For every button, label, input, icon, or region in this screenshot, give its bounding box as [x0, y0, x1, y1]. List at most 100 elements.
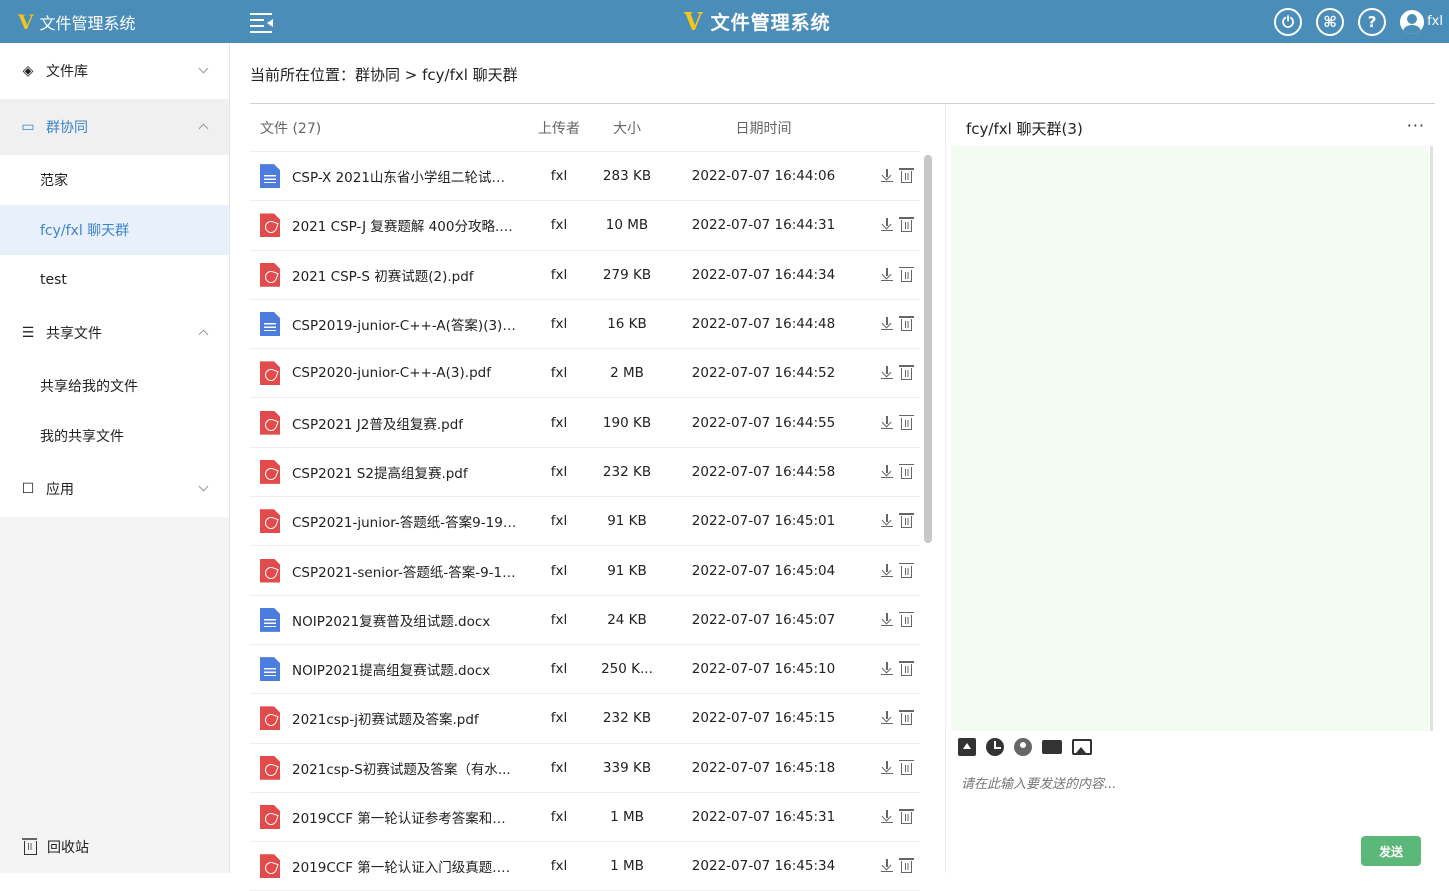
trash-icon[interactable]	[899, 168, 914, 184]
file-name[interactable]: CSP2019-junior-C++-A(答案)(3).d...	[292, 314, 517, 334]
trash-icon[interactable]	[899, 858, 914, 874]
sidebar-item-my-shared[interactable]: 我的共享文件	[0, 411, 229, 461]
file-name[interactable]: 2021 CSP-S 初赛试题(2).pdf	[292, 265, 517, 285]
chat-message-input[interactable]	[961, 777, 1421, 792]
table-row[interactable]: 2021 CSP-J 复赛题解 400分攻略.p... fxl 10 MB 2022-…	[250, 201, 920, 251]
menu-collapse-icon[interactable]	[250, 10, 276, 34]
file-uploader: fxl	[550, 809, 568, 825]
sidebar-item-shared-to-me[interactable]: 共享给我的文件	[0, 361, 229, 411]
download-icon[interactable]	[881, 810, 893, 823]
file-uploader: fxl	[550, 217, 568, 234]
clock-icon[interactable]	[986, 738, 1004, 756]
table-row[interactable]: 2019CCF 第一轮认证参考答案和分... fxl 1 MB 2022-07-07 …	[250, 793, 920, 843]
file-name[interactable]: 2021 CSP-J 复赛题解 400分攻略.p...	[292, 215, 517, 235]
trash-icon[interactable]	[899, 414, 914, 430]
file-uploader: fxl	[550, 759, 568, 776]
file-actions	[856, 759, 920, 775]
header-name[interactable]: 文件 (27)	[250, 118, 535, 138]
table-row[interactable]: CSP2021 J2普及组复赛.pdf fxl 190 KB 2022-07-07 1…	[250, 398, 920, 448]
header-date[interactable]: 日期时间	[671, 118, 856, 138]
file-name[interactable]: NOIP2021提高组复赛试题.docx	[292, 659, 517, 679]
upload-icon[interactable]	[958, 738, 976, 756]
sidebar-group-apps[interactable]: ☐ 应用	[0, 461, 229, 517]
file-name[interactable]: CSP2021 J2普及组复赛.pdf	[292, 413, 517, 433]
file-name[interactable]: 2021csp-S初赛试题及答案（有水...	[292, 758, 517, 778]
table-row[interactable]: 2021csp-S初赛试题及答案（有水... fxl 339 KB 2022-07-0…	[250, 744, 920, 793]
trash-icon[interactable]	[899, 316, 914, 332]
file-name[interactable]: 2019CCF 第一轮认证入门级真题.p...	[292, 856, 517, 876]
table-row[interactable]: CSP2020-junior-C++-A(3).pdf fxl 2 MB 2022-0…	[250, 349, 920, 399]
download-icon[interactable]	[881, 169, 893, 183]
trash-icon[interactable]	[899, 759, 914, 775]
file-name[interactable]: CSP-X 2021山东省小学组二轮试题...	[292, 166, 517, 186]
file-size: 283 KB	[602, 168, 652, 185]
sidebar-item-fcy-fxl-chat[interactable]: fcy/fxl 聊天群	[0, 205, 229, 255]
trash-icon[interactable]	[899, 463, 914, 479]
file-name[interactable]: CSP2021 S2提高组复赛.pdf	[292, 462, 517, 482]
trash-icon[interactable]	[899, 266, 914, 282]
file-date: 2022-07-07 16:45:04	[691, 562, 836, 579]
table-row[interactable]: NOIP2021提高组复赛试题.docx fxl 250 K... 2022-07-0…	[250, 645, 920, 695]
help-icon[interactable]: ?	[1358, 7, 1387, 36]
person-icon[interactable]	[1014, 738, 1032, 756]
user-menu[interactable]: fxl	[1400, 9, 1443, 34]
file-name[interactable]: 2019CCF 第一轮认证参考答案和分...	[292, 807, 517, 827]
trash-icon[interactable]	[899, 513, 914, 529]
sidebar-group-collab[interactable]: ▭ 群协同	[0, 99, 229, 155]
table-row[interactable]: 2021 CSP-S 初赛试题(2).pdf fxl 279 KB 2022-07-0…	[250, 251, 920, 300]
sidebar-group-library[interactable]: ◈ 文件库	[0, 43, 229, 99]
download-icon[interactable]	[881, 465, 893, 478]
trash-icon[interactable]	[899, 611, 914, 627]
table-row[interactable]: CSP2021 S2提高组复赛.pdf fxl 232 KB 2022-07-07 1…	[250, 448, 920, 498]
table-row[interactable]: 2021csp-j初赛试题及答案.pdf fxl 232 KB 2022-07-07 …	[250, 694, 920, 744]
file-name[interactable]: CSP2020-junior-C++-A(3).pdf	[292, 365, 517, 381]
brand[interactable]: V 文件管理系统	[18, 0, 136, 43]
download-icon[interactable]	[881, 711, 893, 725]
download-icon[interactable]	[881, 859, 893, 873]
download-icon[interactable]	[881, 416, 893, 429]
download-icon[interactable]	[881, 366, 893, 380]
file-name-cell: CSP2021-junior-答题纸-答案9-19.p...	[250, 509, 535, 534]
power-icon[interactable]: ⏻	[1274, 7, 1303, 36]
globe-icon[interactable]: ⌘	[1316, 7, 1345, 36]
recycle-bin[interactable]: 回收站	[22, 837, 89, 857]
file-name[interactable]: CSP2021-junior-答题纸-答案9-19.p...	[292, 511, 517, 531]
download-icon[interactable]	[881, 662, 893, 676]
table-row[interactable]: CSP2021-junior-答题纸-答案9-19.p... fxl 91 KB 20…	[250, 497, 920, 547]
trash-icon[interactable]	[899, 365, 914, 381]
table-row[interactable]: NOIP2021复赛普及组试题.docx fxl 24 KB 2022-07-07 1…	[250, 596, 920, 645]
file-list-scrollbar[interactable]	[924, 155, 932, 543]
trash-icon[interactable]	[899, 809, 914, 824]
trash-icon[interactable]	[899, 661, 914, 677]
sidebar-item-test[interactable]: test	[0, 255, 229, 305]
header-uploader[interactable]: 上传者	[535, 118, 583, 138]
header-size[interactable]: 大小	[583, 118, 671, 138]
download-icon[interactable]	[881, 613, 893, 626]
download-icon[interactable]	[881, 317, 893, 331]
download-icon[interactable]	[881, 218, 893, 232]
file-name[interactable]: NOIP2021复赛普及组试题.docx	[292, 610, 517, 630]
video-camera-icon[interactable]	[1042, 740, 1062, 754]
table-row[interactable]: CSP-X 2021山东省小学组二轮试题... fxl 283 KB 2022-07-…	[250, 152, 920, 202]
file-name-cell: 2021 CSP-S 初赛试题(2).pdf	[250, 262, 535, 287]
trash-icon[interactable]	[899, 217, 914, 233]
table-row[interactable]: CSP2019-junior-C++-A(答案)(3).d... fxl 16 KB…	[250, 300, 920, 350]
chat-scrollbar[interactable]	[1430, 146, 1433, 731]
download-icon[interactable]	[881, 564, 893, 577]
download-icon[interactable]	[881, 761, 893, 774]
avatar-icon	[1400, 9, 1425, 34]
trash-icon[interactable]	[899, 562, 914, 578]
file-name[interactable]: 2021csp-j初赛试题及答案.pdf	[292, 708, 517, 728]
image-icon[interactable]	[1072, 739, 1092, 755]
more-icon[interactable]: ···	[1407, 116, 1425, 135]
sidebar-item-fanjia[interactable]: 范家	[0, 155, 229, 205]
table-row[interactable]: 2019CCF 第一轮认证入门级真题.p... fxl 1 MB 2022-07-07…	[250, 842, 920, 891]
trash-icon[interactable]	[899, 710, 914, 726]
table-row[interactable]: CSP2021-senior-答题纸-答案-9-19... fxl 91 KB 202…	[250, 546, 920, 596]
file-name[interactable]: CSP2021-senior-答题纸-答案-9-19...	[292, 561, 517, 581]
send-button[interactable]: 发送	[1361, 836, 1421, 866]
download-icon[interactable]	[881, 514, 893, 528]
sidebar-group-share[interactable]: ☰ 共享文件	[0, 305, 229, 361]
pdf-file-icon	[260, 755, 280, 780]
download-icon[interactable]	[881, 268, 893, 281]
